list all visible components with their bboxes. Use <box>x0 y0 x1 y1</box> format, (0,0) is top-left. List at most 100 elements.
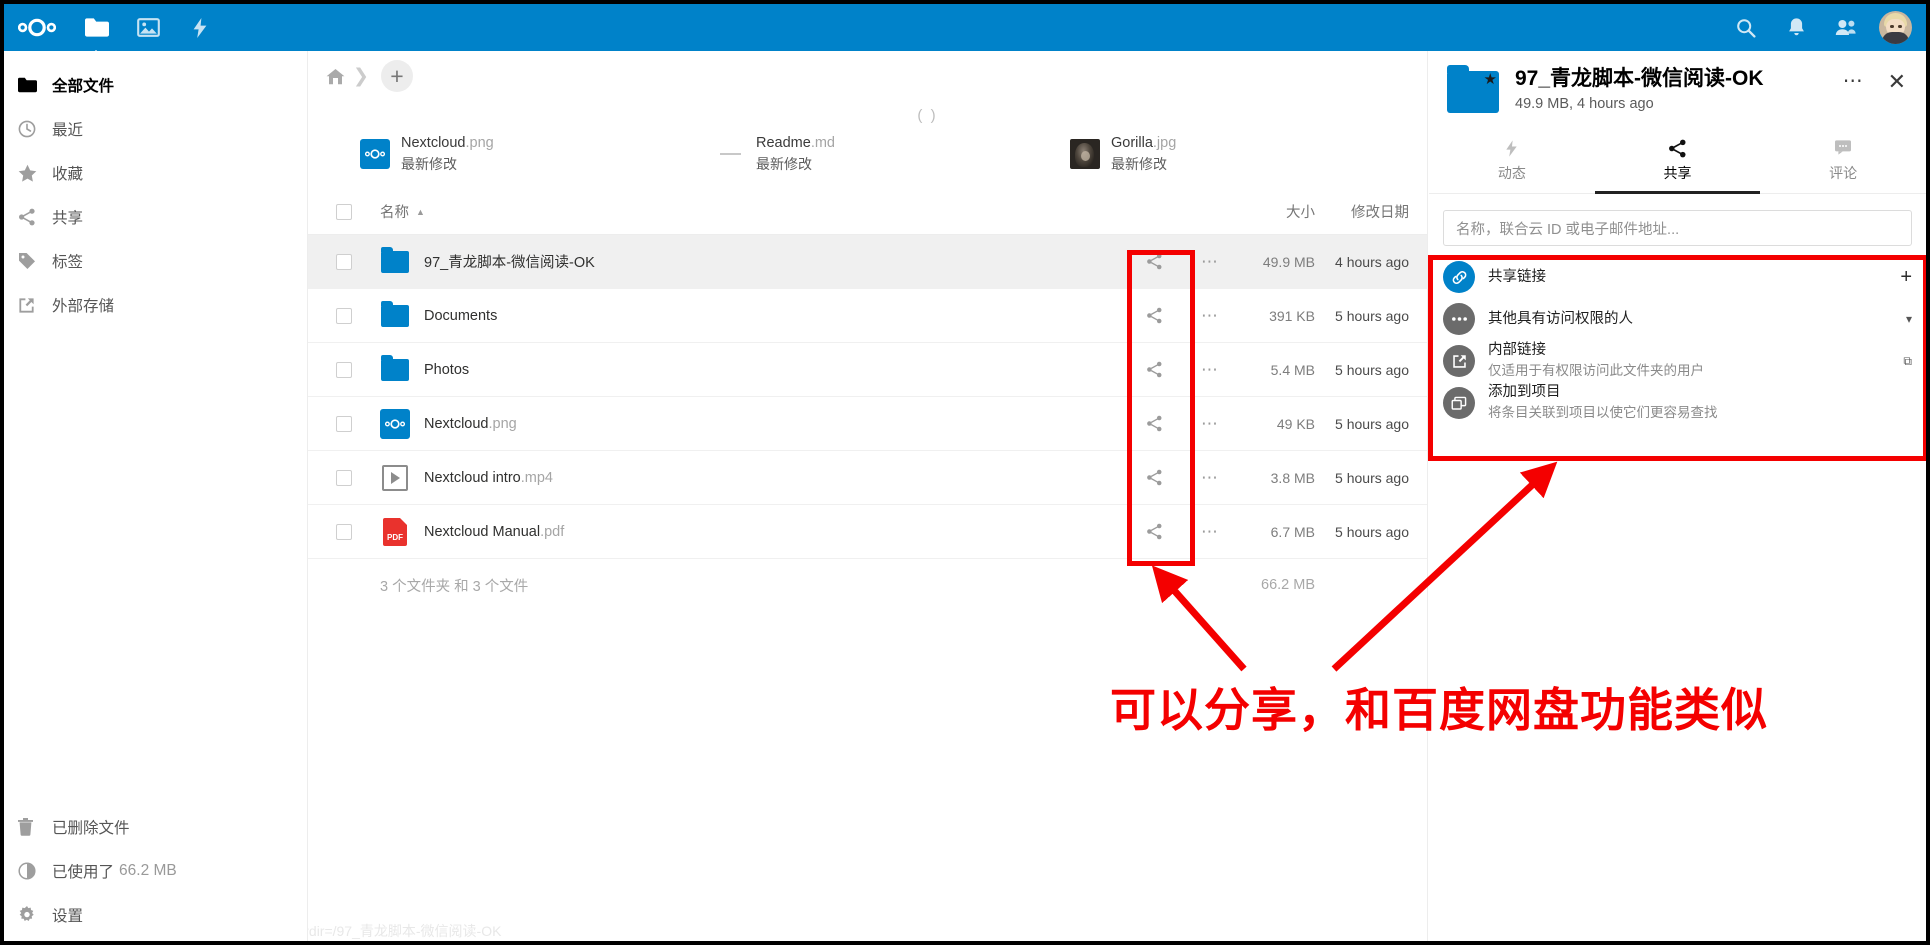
row-size: 3.8 MB <box>1270 469 1315 486</box>
row-checkbox[interactable] <box>308 361 380 378</box>
sidebar-nav-bottom: 已删除文件 已使用了 66.2 MB 设置 <box>4 805 307 941</box>
sidebar-item-tags[interactable]: 标签 <box>4 239 307 283</box>
comment-icon <box>1760 139 1926 159</box>
header-app-nav <box>4 4 226 51</box>
row-actions-menu[interactable]: ⋯ <box>1185 414 1235 434</box>
sidebar-item-external-storage[interactable]: 外部存储 <box>4 283 307 327</box>
row-checkbox[interactable] <box>308 415 380 432</box>
row-share-icon[interactable] <box>1123 469 1185 486</box>
recommended-item-subtitle: 最新修改 <box>401 155 457 172</box>
copy-internal-link-button[interactable]: ⧉ <box>1893 354 1912 369</box>
row-name-cell[interactable]: Nextcloud.png <box>380 408 1123 439</box>
tab-sharing[interactable]: 共享 <box>1594 133 1761 194</box>
details-subtitle: 49.9 MB, 4 hours ago <box>1515 96 1654 113</box>
star-icon <box>18 164 52 182</box>
row-checkbox[interactable] <box>308 307 380 324</box>
row-name-cell[interactable]: Documents <box>380 300 1123 331</box>
page-title: 97_青龙脚本-微信阅读-OK <box>1515 67 1764 90</box>
column-header-name[interactable]: 名称 ▲ <box>380 201 1123 222</box>
sidebar-item-label: 已使用了 <box>52 864 115 881</box>
sidebar-item-label: 标签 <box>52 254 84 271</box>
table-row[interactable]: Nextcloud intro.mp4 ⋯ 3.8 MB 5 hours ago <box>308 451 1427 506</box>
details-header: ★ 97_青龙脚本-微信阅读-OK 49.9 MB, 4 hours ago ⋯… <box>1429 51 1926 117</box>
table-row[interactable]: Documents ⋯ 391 KB 5 hours ago <box>308 289 1427 344</box>
recommended-title: ( ) <box>917 107 938 124</box>
sidebar-item-shares[interactable]: 共享 <box>4 195 307 239</box>
sidebar-item-settings[interactable]: 设置 <box>4 893 307 937</box>
recommended-item[interactable]: Nextcloud.png 最新修改 <box>360 132 715 175</box>
tab-comments[interactable]: 评论 <box>1760 133 1926 194</box>
star-icon[interactable]: ★ <box>1484 72 1497 87</box>
contacts-icon[interactable] <box>1821 4 1871 51</box>
row-name-cell[interactable]: PDF Nextcloud Manual.pdf <box>380 517 1123 547</box>
recommended-item[interactable]: Gorilla.jpg 最新修改 <box>1070 132 1425 175</box>
add-share-link-button[interactable]: + <box>1890 266 1912 289</box>
row-checkbox[interactable] <box>308 523 380 540</box>
row-share-icon[interactable] <box>1123 523 1185 540</box>
table-row[interactable]: Photos ⋯ 5.4 MB 5 hours ago <box>308 343 1427 398</box>
select-all-checkbox[interactable] <box>308 203 380 220</box>
details-menu-button[interactable]: ⋯ <box>1831 71 1876 91</box>
row-share-icon[interactable] <box>1123 253 1185 270</box>
row-share-icon[interactable] <box>1123 307 1185 324</box>
share-option-others-with-access[interactable]: 其他具有访问权限的人 ▾ <box>1443 298 1912 340</box>
sidebar-item-quota[interactable]: 已使用了 66.2 MB <box>4 849 307 893</box>
share-option-internal-link[interactable]: 内部链接 仅适用于有权限访问此文件夹的用户 ⧉ <box>1443 340 1912 382</box>
row-actions-menu[interactable]: ⋯ <box>1185 522 1235 542</box>
column-header-modified[interactable]: 修改日期 <box>1315 201 1427 222</box>
notifications-bell-icon[interactable] <box>1771 4 1821 51</box>
breadcrumb-separator: ❯ <box>353 65 369 87</box>
row-checkbox[interactable] <box>308 253 380 270</box>
row-file-name: Photos <box>424 361 470 378</box>
row-name-cell[interactable]: Nextcloud intro.mp4 <box>380 463 1123 493</box>
app-header <box>4 4 1926 51</box>
table-row[interactable]: PDF Nextcloud Manual.pdf ⋯ 6.7 MB 5 hour… <box>308 505 1427 560</box>
row-checkbox[interactable] <box>308 469 380 486</box>
sidebar-item-favorites[interactable]: 收藏 <box>4 151 307 195</box>
clock-icon <box>18 120 52 138</box>
share-option-add-to-project[interactable]: 添加到项目 将条目关联到项目以使它们更容易查找 <box>1443 382 1912 424</box>
recommended-item-name: Gorilla.jpg <box>1111 135 1177 151</box>
sidebar-item-recent[interactable]: 最近 <box>4 107 307 151</box>
app-button-photos[interactable] <box>122 4 174 51</box>
row-size: 6.7 MB <box>1270 523 1315 540</box>
sidebar-item-all-files[interactable]: 全部文件 <box>4 63 307 107</box>
share-option-title: 其他具有访问权限的人 <box>1488 310 1633 327</box>
row-modified: 5 hours ago <box>1335 523 1409 540</box>
row-size: 49 KB <box>1276 415 1315 432</box>
table-row[interactable]: 97_青龙脚本-微信阅读-OK ⋯ 49.9 MB 4 hours ago <box>308 235 1427 290</box>
sidebar-item-deleted-files[interactable]: 已删除文件 <box>4 805 307 849</box>
user-avatar[interactable] <box>1879 11 1912 44</box>
tab-label: 动态 <box>1497 165 1526 181</box>
row-actions-menu[interactable]: ⋯ <box>1185 306 1235 326</box>
new-file-button[interactable]: + <box>380 60 413 92</box>
row-file-name: 97_青龙脚本-微信阅读-OK <box>424 255 595 272</box>
expand-others-button[interactable]: ▾ <box>1896 312 1912 326</box>
sidebar-item-label: 最近 <box>52 122 84 139</box>
row-actions-menu[interactable]: ⋯ <box>1185 468 1235 488</box>
row-actions-menu[interactable]: ⋯ <box>1185 360 1235 380</box>
row-modified: 5 hours ago <box>1335 307 1409 324</box>
home-icon[interactable] <box>320 68 351 85</box>
recommended-item[interactable]: Readme.md 最新修改 <box>715 132 1070 175</box>
row-actions-menu[interactable]: ⋯ <box>1185 252 1235 272</box>
share-recipient-input[interactable]: 名称，联合云 ID 或电子邮件地址... <box>1443 210 1912 246</box>
row-modified: 4 hours ago <box>1335 253 1409 270</box>
column-header-size[interactable]: 大小 <box>1235 201 1315 222</box>
quota-used-value: 66.2 MB <box>119 862 177 879</box>
app-button-files[interactable] <box>70 4 122 51</box>
app-button-activity[interactable] <box>174 4 226 51</box>
share-option-share-link[interactable]: 共享链接 + <box>1443 256 1912 298</box>
recommended-item-subtitle: 最新修改 <box>756 155 812 172</box>
row-name-cell[interactable]: Photos <box>380 354 1123 385</box>
row-name-cell[interactable]: 97_青龙脚本-微信阅读-OK <box>380 246 1123 277</box>
pie-chart-icon <box>18 862 52 880</box>
search-icon[interactable] <box>1721 4 1771 51</box>
table-row[interactable]: Nextcloud.png ⋯ 49 KB 5 hours ago <box>308 397 1427 452</box>
nextcloud-logo[interactable] <box>4 4 70 51</box>
annotation-text: 可以分享，和百度网盘功能类似 <box>1110 684 1768 736</box>
tab-activity[interactable]: 动态 <box>1429 133 1595 194</box>
row-share-icon[interactable] <box>1123 361 1185 378</box>
row-share-icon[interactable] <box>1123 415 1185 432</box>
close-icon[interactable]: ✕ <box>1876 71 1910 93</box>
